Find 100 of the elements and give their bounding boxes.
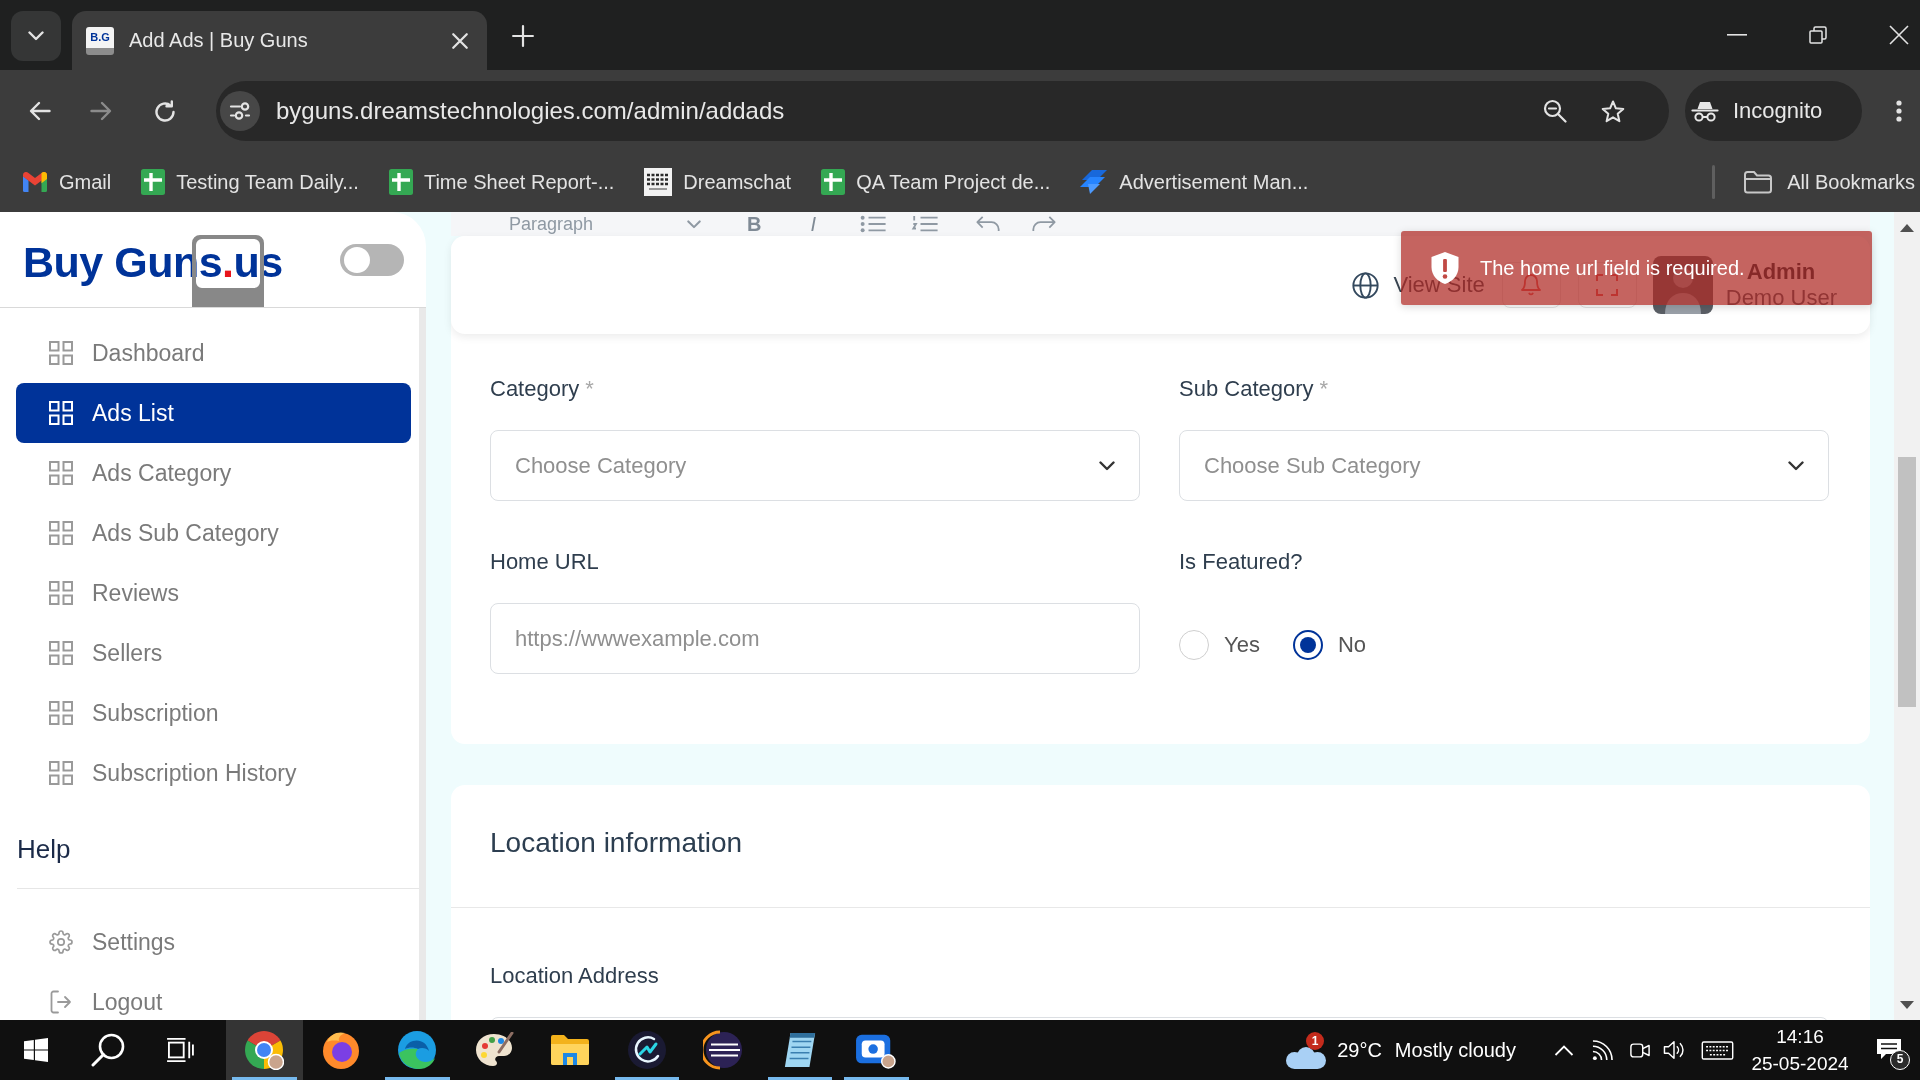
temperature-text: 29°C (1337, 1038, 1382, 1062)
radio-button[interactable] (1292, 630, 1323, 660)
search-icon (91, 1033, 125, 1067)
field-label: Sub Category * (1179, 375, 1330, 403)
grid-icon (49, 701, 73, 725)
select-field[interactable]: Choose Sub Category (1179, 430, 1829, 501)
weather-condition-text: Mostly cloudy (1394, 1038, 1516, 1062)
select-field[interactable]: Choose Category (490, 430, 1140, 501)
wifi-icon[interactable] (1592, 1039, 1613, 1061)
site-favicon: B.G (86, 26, 114, 55)
incognito-icon (1691, 100, 1719, 122)
radio-label: No (1337, 632, 1366, 658)
field-label: Is Featured? (1179, 548, 1304, 576)
sidebar-item[interactable]: Subscription (16, 683, 411, 743)
cloud-icon[interactable] (1286, 1047, 1327, 1069)
grid-icon (49, 461, 73, 485)
text-style-button[interactable]: B (747, 214, 762, 234)
sidebar-item[interactable]: Settings (16, 912, 411, 972)
sidebar-item[interactable]: Logout (16, 972, 411, 1020)
keyboard-icon[interactable] (1701, 1040, 1734, 1060)
chevron-up-icon[interactable] (1554, 1044, 1574, 1056)
grid-icon (49, 581, 73, 605)
new-tab-button[interactable] (512, 25, 534, 47)
grid-icon (49, 521, 73, 545)
theme-toggle[interactable] (340, 243, 404, 276)
grid-icon (49, 401, 73, 425)
radio-label: Yes (1224, 632, 1260, 658)
chevron-down-icon (1099, 460, 1115, 471)
close-tab-button[interactable] (451, 31, 469, 50)
toast-message: The home url field is required. (1480, 256, 1745, 279)
browser-icon (320, 1030, 361, 1070)
palette-icon (473, 1032, 514, 1068)
grid-icon (49, 341, 73, 365)
camera-icon[interactable] (1630, 1040, 1650, 1060)
browser-tab[interactable]: B.G Add Ads | Buy Guns (72, 11, 487, 70)
scrollbar[interactable] (1894, 212, 1920, 1020)
bookmark-item[interactable]: QA Team Project de... (821, 162, 1051, 202)
sidebar-item[interactable]: Reviews (16, 563, 411, 623)
bookmark-item[interactable]: Gmail (22, 162, 112, 202)
chevron-down-icon (687, 219, 701, 229)
volume-icon[interactable] (1663, 1040, 1685, 1060)
bookmark-item[interactable]: Time Sheet Report-... (388, 162, 615, 202)
redo-icon[interactable] (1031, 216, 1057, 232)
folder-icon (1743, 170, 1774, 194)
sidebar-item[interactable]: Sellers (16, 623, 411, 683)
spreadsheet-icon (388, 169, 413, 195)
text-input-field[interactable]: https://wwwexample.com (490, 603, 1140, 674)
logout-icon (49, 990, 73, 1014)
logo-tile-icon (644, 168, 673, 196)
spreadsheet-icon (141, 169, 166, 195)
site-settings-icon[interactable] (220, 91, 260, 131)
section-title: Location information (490, 826, 744, 860)
browser-icon (397, 1030, 438, 1070)
more-icon (1896, 100, 1902, 122)
clock-date[interactable]: 25-05-2024 (1751, 1050, 1849, 1077)
grid-icon (49, 761, 73, 785)
task-view-icon (166, 1038, 194, 1062)
sidebar-item[interactable]: Dashboard (16, 323, 411, 383)
numbered-list-icon[interactable] (911, 215, 939, 233)
all-bookmarks-button[interactable]: All Bookmarks (1743, 162, 1915, 202)
settings-icon (49, 930, 73, 954)
notepad-icon (782, 1031, 817, 1069)
chevrons-icon (1080, 169, 1109, 195)
field-label: Category * (490, 375, 595, 403)
incognito-button[interactable]: Incognito (1685, 81, 1862, 141)
scroll-up-icon[interactable] (1900, 224, 1914, 232)
clock-time[interactable]: 14:16 (1776, 1023, 1824, 1050)
folder-icon (550, 1034, 591, 1066)
text-style-button[interactable]: I (807, 214, 819, 234)
start-icon (24, 1038, 48, 1062)
minimize-icon (1726, 34, 1747, 36)
bookmark-star-icon[interactable] (1601, 99, 1625, 123)
bookmark-item[interactable]: Advertisement Man... (1080, 162, 1309, 202)
bookmark-item[interactable]: Testing Team Daily... (141, 162, 359, 202)
chevron-down-icon (1788, 460, 1804, 471)
sidebar-item[interactable]: Ads List (16, 383, 411, 443)
browser-icon (244, 1030, 285, 1070)
sidebar-item[interactable]: Ads Category (16, 443, 411, 503)
bookmark-item[interactable]: Dreamschat (644, 162, 792, 202)
scrollbar-thumb[interactable] (1898, 457, 1916, 707)
striped-sphere-icon (703, 1030, 744, 1070)
reload-icon (154, 100, 176, 122)
sidebar-item[interactable]: Subscription History (16, 743, 411, 803)
format-dropdown[interactable]: Paragraph (509, 214, 701, 234)
undo-icon[interactable] (975, 216, 1001, 232)
chevron-down-icon (28, 31, 44, 41)
restore-icon (1808, 26, 1827, 44)
spreadsheet-icon (821, 169, 846, 195)
grid-icon (49, 641, 73, 665)
taskbar-button[interactable] (226, 1020, 303, 1080)
scroll-down-icon[interactable] (1900, 1001, 1914, 1009)
field-label: Location Address (490, 962, 660, 990)
address-bar[interactable]: byguns.dreamstechnologies.com/admin/addads (216, 81, 1669, 141)
zoom-out-icon[interactable] (1543, 99, 1567, 123)
bullet-list-icon[interactable] (859, 215, 887, 233)
mail-icon (22, 172, 48, 192)
forward-arrow-icon (90, 101, 112, 121)
section-heading: Help (17, 833, 72, 866)
weather-alert-badge: 1 (1306, 1032, 1325, 1050)
sidebar-item[interactable]: Ads Sub Category (16, 503, 411, 563)
